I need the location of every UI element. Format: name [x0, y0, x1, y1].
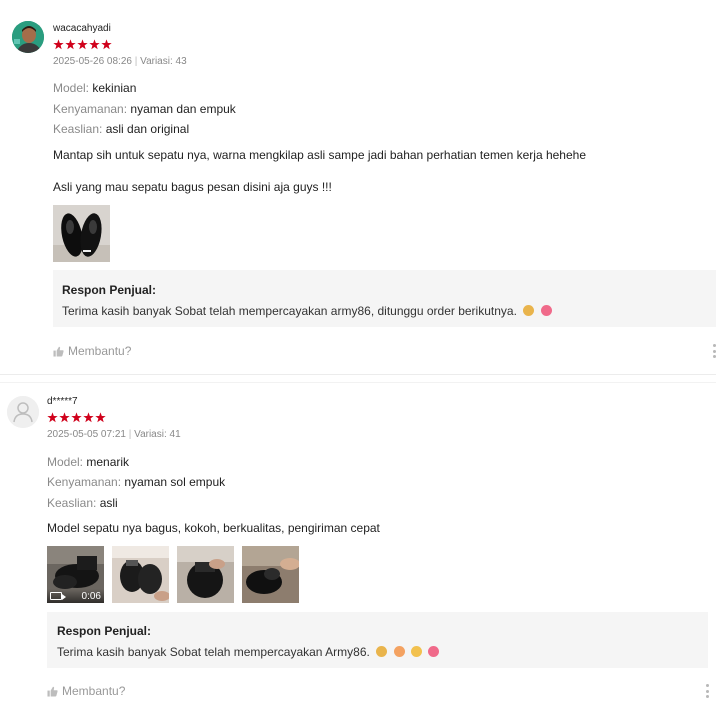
- review-card: wacacahyadi 2025-05-26 08:26 | Variasi: …: [0, 0, 726, 372]
- star-icon: [47, 412, 58, 423]
- helpful-label: Membantu?: [62, 684, 126, 698]
- video-duration: 0:06: [81, 590, 101, 602]
- review-photo[interactable]: [177, 546, 234, 603]
- seller-response-text: Terima kasih banyak Sobat telah memperca…: [62, 304, 552, 318]
- user-avatar[interactable]: [12, 21, 44, 53]
- attribute-model: Model: menarik: [47, 455, 130, 469]
- helpful-button[interactable]: Membantu?: [47, 684, 125, 698]
- seller-response-title: Respon Penjual:: [57, 624, 152, 638]
- attribute-comfort: Kenyamanan: nyaman dan empuk: [53, 102, 236, 116]
- seller-response-title: Respon Penjual:: [62, 283, 157, 297]
- seller-response: [47, 612, 708, 668]
- star-icon: [83, 412, 94, 423]
- helpful-label: Membantu?: [68, 344, 132, 358]
- thumbs-up-icon: [47, 686, 58, 697]
- helpful-button[interactable]: Membantu?: [53, 344, 131, 358]
- video-badge: 0:06: [47, 589, 104, 603]
- attribute-authenticity: Keaslian: asli dan original: [53, 122, 190, 136]
- divider: [0, 374, 716, 375]
- star-icon: [65, 39, 76, 50]
- review-date: 2025-05-26 08:26: [53, 56, 132, 67]
- seller-response-text: Terima kasih banyak Sobat telah memperca…: [57, 645, 440, 659]
- review-variation: Variasi: 41: [134, 429, 181, 440]
- review-photo[interactable]: [53, 205, 110, 262]
- review-meta: 2025-05-26 08:26 | Variasi: 43: [53, 56, 187, 67]
- review-card: d*****7 2025-05-05 07:21 | Variasi: 41 M…: [0, 380, 726, 726]
- star-icon: [77, 39, 88, 50]
- seller-response: [53, 270, 716, 327]
- handshake-emoji-icon: [410, 646, 422, 657]
- more-options-button[interactable]: [705, 684, 709, 698]
- heart-eyes-emoji-icon: [540, 305, 552, 316]
- more-options-button[interactable]: [712, 344, 716, 358]
- clap-emoji-icon: [393, 646, 405, 657]
- review-date: 2025-05-05 07:21: [47, 429, 126, 440]
- pray-emoji-icon: [376, 646, 388, 657]
- star-icon: [101, 39, 112, 50]
- star-rating: [47, 412, 106, 423]
- review-photo[interactable]: [242, 546, 299, 603]
- review-video[interactable]: 0:06: [47, 546, 104, 603]
- star-rating: [53, 39, 112, 50]
- star-icon: [71, 412, 82, 423]
- star-icon: [95, 412, 106, 423]
- star-icon: [59, 412, 70, 423]
- attribute-authenticity: Keaslian: asli: [47, 496, 118, 510]
- username: d*****7: [47, 396, 78, 407]
- star-icon: [89, 39, 100, 50]
- review-photo[interactable]: [112, 546, 169, 603]
- video-camera-icon: [50, 592, 66, 600]
- review-text: Model sepatu nya bagus, kokoh, berkualit…: [47, 521, 380, 535]
- heart-eyes-emoji-icon: [428, 646, 440, 657]
- star-icon: [53, 39, 64, 50]
- attribute-model: Model: kekinian: [53, 81, 137, 95]
- review-text: Mantap sih untuk sepatu nya, warna mengk…: [53, 148, 587, 162]
- attribute-comfort: Kenyamanan: nyaman sol empuk: [47, 475, 226, 489]
- user-avatar[interactable]: [7, 396, 39, 428]
- pray-emoji-icon: [523, 305, 535, 316]
- review-text: Asli yang mau sepatu bagus pesan disini …: [53, 180, 332, 194]
- thumbs-up-icon: [53, 346, 64, 357]
- username: wacacahyadi: [53, 23, 111, 34]
- review-variation: Variasi: 43: [140, 56, 187, 67]
- review-meta: 2025-05-05 07:21 | Variasi: 41: [47, 429, 181, 440]
